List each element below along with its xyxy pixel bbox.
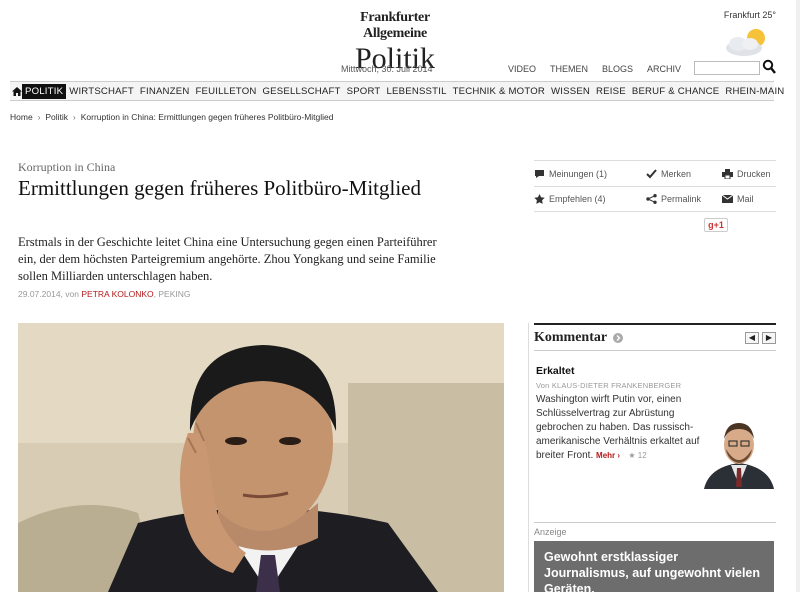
kommentar-mehr-link[interactable]: Mehr › <box>596 451 620 460</box>
permalink-button[interactable]: Permalink <box>646 194 722 204</box>
author-portrait[interactable] <box>704 413 774 489</box>
share-icon <box>646 194 657 204</box>
nav-item-lebensstil[interactable]: LEBENSSTIL <box>384 86 450 97</box>
meinungen-button[interactable]: Meinungen (1) <box>534 169 646 179</box>
mail-icon <box>722 194 733 203</box>
article-photo[interactable] <box>18 323 504 592</box>
empfehlen-label: Empfehlen (4) <box>549 194 606 204</box>
nav-item-reise[interactable]: REISE <box>593 86 629 97</box>
search-icon[interactable] <box>762 59 776 75</box>
top-link-themen[interactable]: THEMEN <box>550 64 588 74</box>
chevron-right-icon: › <box>37 112 41 122</box>
ad-banner[interactable]: Gewohnt erstklassiger Journalismus, auf … <box>534 541 774 592</box>
breadcrumb-current: Korruption in China: Ermittlungen gegen … <box>80 112 334 122</box>
article-lede: Erstmals in der Geschichte leitet China … <box>18 235 437 283</box>
nav-item-beruf-chance[interactable]: BERUF & CHANCE <box>629 86 723 97</box>
sidebar-divider <box>528 323 529 592</box>
article-kicker: Korruption in China <box>18 160 116 174</box>
nav-item-sport[interactable]: SPORT <box>344 86 384 97</box>
partly-cloudy-icon <box>726 29 765 56</box>
kommentar-author: Von KLAUS-DIETER FRANKENBERGER <box>536 381 682 390</box>
nav-item-wirtschaft[interactable]: WIRTSCHAFT <box>66 86 137 97</box>
nav-item-wissen[interactable]: WISSEN <box>548 86 593 97</box>
chevron-circle-icon[interactable] <box>613 332 624 343</box>
kommentar-header: Kommentar ◀ ▶ <box>534 323 776 351</box>
top-link-video[interactable]: VIDEO <box>508 64 536 74</box>
breadcrumb-politik[interactable]: Politik <box>45 112 68 122</box>
chevron-right-icon: › <box>73 112 76 122</box>
meinungen-label: Meinungen (1) <box>549 168 608 179</box>
ad-label: Anzeige <box>534 527 567 537</box>
paper-logo[interactable]: Frankfurter Allgemeine <box>330 10 460 42</box>
byline-author[interactable]: PETRA KOLONKO <box>81 289 153 299</box>
date-label: Mittwoch, 30. Juli 2014 <box>341 64 433 74</box>
drucken-label: Drucken <box>737 168 771 179</box>
star-icon <box>534 194 545 204</box>
next-arrow-icon[interactable]: ▶ <box>762 331 776 344</box>
byline-date: 29.07.2014, von <box>18 289 79 299</box>
portrait-photo <box>18 323 504 592</box>
kommentar-box: Kommentar ◀ ▶ Erkaltet Von KLAUS-DIETER … <box>534 323 776 489</box>
merken-button[interactable]: Merken <box>646 169 722 179</box>
scrollbar-track[interactable] <box>796 0 800 592</box>
kommentar-article-title[interactable]: Erkaltet <box>536 365 575 377</box>
ad-section: Anzeige Gewohnt erstklassiger Journalism… <box>534 522 776 592</box>
kommentar-text: Washington wirft Putin vor, einen Schlüs… <box>536 393 706 463</box>
merken-label: Merken <box>661 168 692 179</box>
kommentar-rating: ★ 12 <box>628 451 647 460</box>
top-links: VIDEO THEMEN BLOGS ARCHIV <box>508 64 681 74</box>
comment-icon <box>535 169 544 178</box>
star-icon: ★ <box>628 451 636 460</box>
article-headline: Ermittlungen gegen früheres Politbüro-Mi… <box>18 176 421 200</box>
mail-button[interactable]: Mail <box>722 194 754 204</box>
author-photo <box>704 413 774 489</box>
byline-location: , PEKING <box>153 289 191 299</box>
mail-label: Mail <box>737 194 754 204</box>
checkmark-icon <box>646 168 657 178</box>
search-input[interactable] <box>694 61 760 75</box>
nav-item-rhein-main[interactable]: RHEIN-MAIN <box>722 86 787 97</box>
drucken-button[interactable]: Drucken <box>722 168 771 179</box>
breadcrumb: Home › Politik › Korruption in China: Er… <box>10 112 334 122</box>
weather-label[interactable]: Frankfurt 25° <box>724 10 776 20</box>
home-icon[interactable] <box>12 86 22 96</box>
permalink-label: Permalink <box>661 194 702 204</box>
main-nav: POLITIK WIRTSCHAFT FINANZEN FEUILLETON G… <box>10 81 784 101</box>
top-link-blogs[interactable]: BLOGS <box>602 64 633 74</box>
printer-icon <box>722 168 733 179</box>
kommentar-title[interactable]: Kommentar <box>534 330 607 346</box>
article-byline: 29.07.2014, von PETRA KOLONKO, PEKING <box>18 289 190 299</box>
top-link-archiv[interactable]: ARCHIV <box>647 64 681 74</box>
nav-item-politik[interactable]: POLITIK <box>22 83 67 99</box>
article-tools: Meinungen (1) Merken Drucken Empfehlen (… <box>534 160 776 212</box>
empfehlen-button[interactable]: Empfehlen (4) <box>534 194 646 204</box>
nav-item-gesellschaft[interactable]: GESELLSCHAFT <box>260 86 344 97</box>
nav-item-technik-motor[interactable]: TECHNIK & MOTOR <box>450 86 548 97</box>
nav-item-feuilleton[interactable]: FEUILLETON <box>192 86 259 97</box>
nav-item-finanzen[interactable]: FINANZEN <box>137 86 193 97</box>
prev-arrow-icon[interactable]: ◀ <box>745 331 759 344</box>
breadcrumb-home[interactable]: Home <box>10 112 33 122</box>
google-plus-button[interactable]: g+1 <box>704 218 728 232</box>
